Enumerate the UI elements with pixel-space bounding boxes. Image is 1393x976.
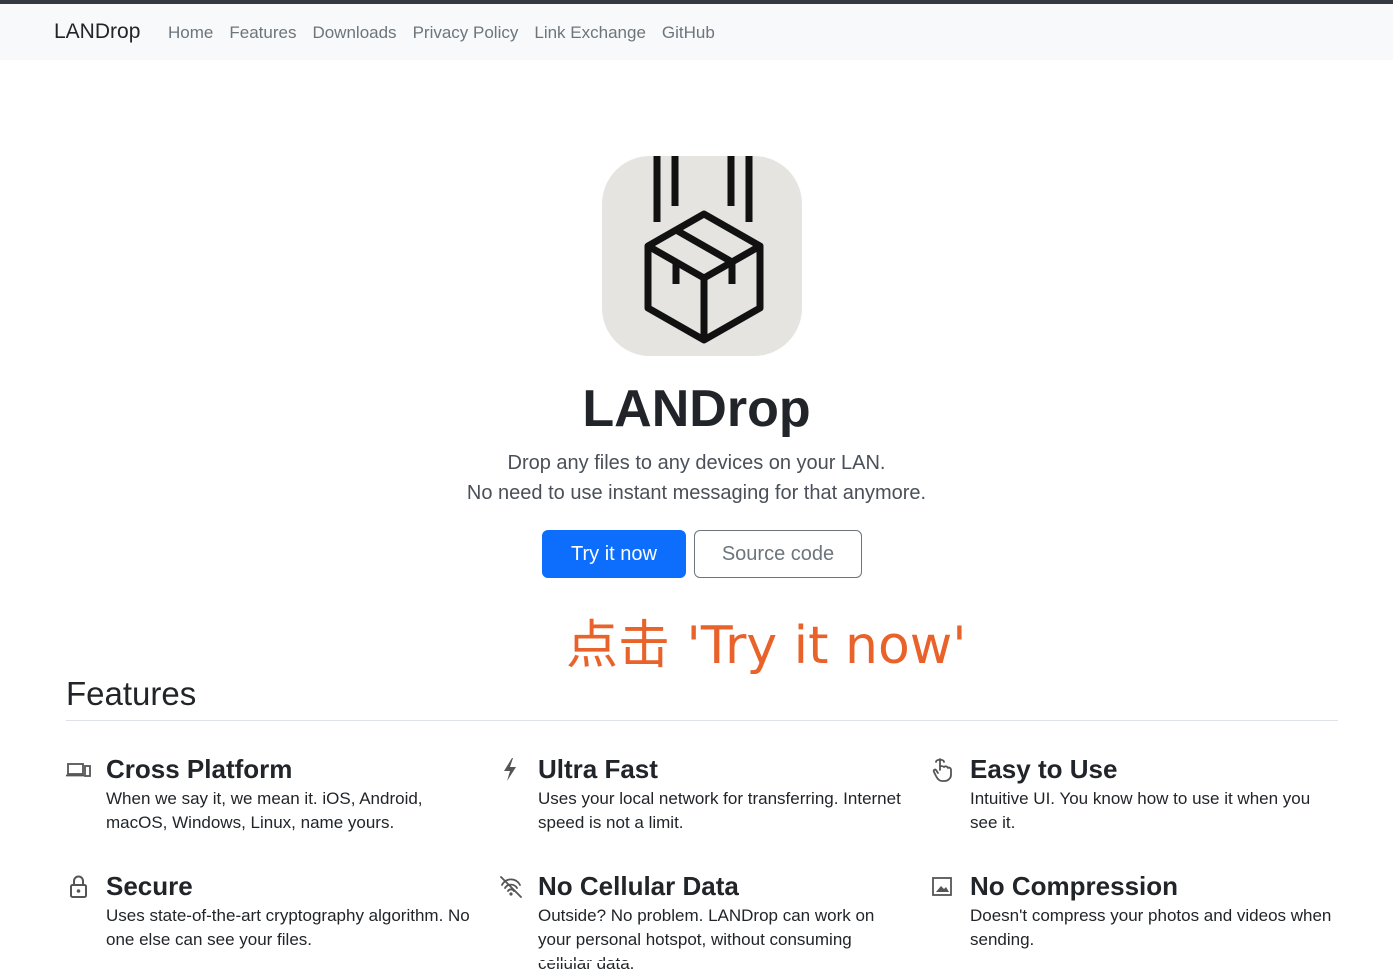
devices-icon	[66, 763, 91, 777]
feature-title: Secure	[106, 871, 193, 901]
features-heading: Features	[66, 675, 197, 712]
nav-link-downloads[interactable]: Downloads	[312, 23, 396, 43]
falling-box-icon	[644, 156, 764, 344]
feature-description: Uses your local network for transferring…	[538, 789, 901, 832]
feature-title: Easy to Use	[970, 754, 1118, 784]
nav-link-home[interactable]: Home	[168, 23, 213, 43]
source-code-button[interactable]: Source code	[694, 530, 862, 578]
app-logo	[602, 156, 802, 356]
feature-title: No Compression	[970, 871, 1179, 901]
features-divider	[66, 720, 1338, 721]
feature-description: Doesn't compress your photos and videos …	[970, 906, 1332, 949]
feature-description: Outside? No problem. LANDrop can work on…	[538, 906, 875, 973]
lightning-icon	[504, 758, 516, 781]
instruction-annotation: 点击 'Try it now'	[566, 616, 967, 676]
navbar: LANDrop Home Features Downloads Privacy …	[0, 4, 1393, 60]
feature-title: Ultra Fast	[538, 754, 658, 784]
feature-description: Intuitive UI. You know how to use it whe…	[970, 789, 1311, 832]
lock-icon	[70, 875, 87, 898]
hero-lead-line1: Drop any files to any devices on your LA…	[507, 452, 886, 474]
hand-pointer-icon	[932, 758, 952, 782]
nav-link-features[interactable]: Features	[229, 23, 296, 43]
feature-description: Uses state-of-the-art cryptography algor…	[106, 906, 470, 949]
nav-links: Home Features Downloads Privacy Policy L…	[168, 23, 715, 43]
navbar-brand[interactable]: LANDrop	[54, 20, 140, 44]
nav-link-privacy-policy[interactable]: Privacy Policy	[413, 23, 519, 43]
nav-link-github[interactable]: GitHub	[662, 23, 715, 43]
feature-title: No Cellular Data	[538, 871, 739, 901]
image-icon	[932, 877, 952, 896]
hero-lead-line2: No need to use instant messaging for tha…	[466, 482, 927, 504]
hero-title: LANDrop	[582, 380, 811, 438]
nav-link-link-exchange[interactable]: Link Exchange	[534, 23, 646, 43]
feature-title: Cross Platform	[106, 754, 293, 784]
feature-description: When we say it, we mean it. iOS, Android…	[106, 789, 423, 832]
no-signal-icon	[500, 876, 522, 898]
try-it-now-button[interactable]: Try it now	[542, 530, 686, 578]
